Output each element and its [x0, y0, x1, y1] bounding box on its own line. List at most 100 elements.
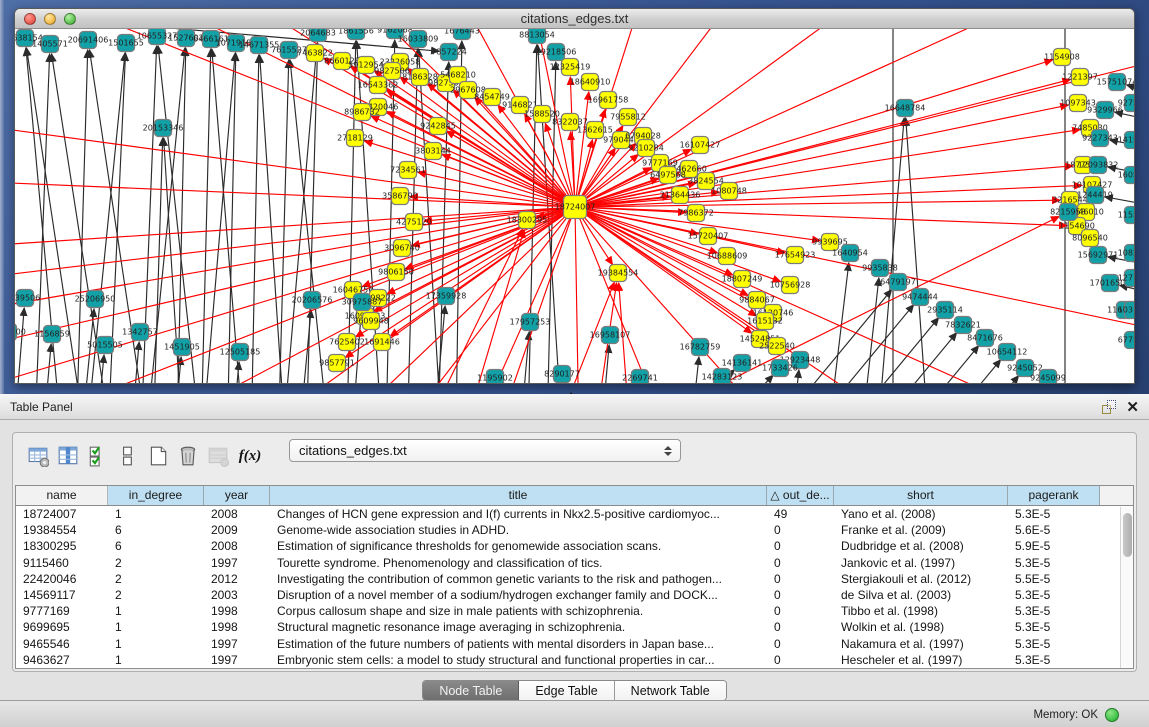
column-header-pagerank[interactable]: pagerank: [1008, 486, 1100, 505]
node-attribute-table[interactable]: namein_degreeyeartitle△ out_de...shortpa…: [15, 485, 1134, 669]
table-row[interactable]: 1938455462009Genome-wide association stu…: [16, 522, 1133, 538]
graph-node[interactable]: 20691406: [68, 32, 109, 49]
table-cell[interactable]: 0: [767, 571, 834, 587]
column-header-year[interactable]: year: [204, 486, 270, 505]
graph-node-selected[interactable]: 7986372: [678, 205, 714, 222]
table-cell[interactable]: 18300295: [16, 538, 108, 554]
table-body[interactable]: 1872400712008Changes of HCN gene express…: [16, 506, 1133, 668]
table-cell[interactable]: Tourette syndrome. Phenomenology and cla…: [270, 555, 767, 571]
graph-node[interactable]: 8290177: [544, 366, 580, 383]
table-cell[interactable]: 1: [108, 636, 204, 652]
graph-node-selected[interactable]: 3586790: [382, 188, 418, 205]
table-cell[interactable]: 2008: [204, 506, 270, 522]
table-row[interactable]: 1830029562008Estimation of significance …: [16, 538, 1133, 554]
graph-node-selected[interactable]: 16961758: [588, 92, 629, 109]
tab-edge-table[interactable]: Edge Table: [519, 681, 614, 700]
graph-node-selected[interactable]: 17654923: [775, 247, 816, 264]
graph-node[interactable]: 1342757: [122, 324, 158, 341]
graph-node[interactable]: 15692971: [1078, 247, 1119, 264]
table-row[interactable]: 969969511998Structural magnetic resonanc…: [16, 619, 1133, 635]
scrollbar-thumb[interactable]: [1123, 513, 1132, 557]
table-cell[interactable]: Tibbo et al. (1998): [834, 603, 1008, 619]
table-cell[interactable]: Estimation of significance thresholds fo…: [270, 538, 767, 554]
table-row[interactable]: 1456911722003Disruption of a novel membe…: [16, 587, 1133, 603]
table-cell[interactable]: 9465546: [16, 636, 108, 652]
table-cell[interactable]: 1: [108, 506, 204, 522]
table-cell[interactable]: 0: [767, 603, 834, 619]
graph-node[interactable]: 7832621: [945, 317, 981, 334]
table-header-row[interactable]: namein_degreeyeartitle△ out_de...shortpa…: [16, 486, 1133, 506]
table-cell[interactable]: Stergiakouli et al. (2012): [834, 571, 1008, 587]
table-cell[interactable]: Genome-wide association studies in ADHD.: [270, 522, 767, 538]
function-builder-icon[interactable]: f(x): [233, 442, 267, 470]
float-panel-icon[interactable]: [1102, 400, 1116, 414]
table-row[interactable]: 1872400712008Changes of HCN gene express…: [16, 506, 1133, 522]
table-cell[interactable]: Estimation of the future numbers of pati…: [270, 636, 767, 652]
table-cell[interactable]: 2: [108, 571, 204, 587]
column-visibility-icon[interactable]: [53, 442, 83, 470]
table-cell[interactable]: Dudbridge et al. (2008): [834, 538, 1008, 554]
table-cell[interactable]: 5.3E-5: [1008, 506, 1100, 522]
select-all-icon[interactable]: [83, 442, 113, 470]
table-cell[interactable]: 0: [767, 652, 834, 668]
table-row[interactable]: 977716911998Corpus callosum shape and si…: [16, 603, 1133, 619]
memory-ok-indicator-icon[interactable]: [1105, 708, 1119, 722]
table-cell[interactable]: 2: [108, 555, 204, 571]
graph-node-selected[interactable]: 9806150: [378, 264, 414, 281]
deselect-all-icon[interactable]: [113, 442, 143, 470]
column-header-title[interactable]: title: [270, 486, 767, 505]
table-cell[interactable]: 9777169: [16, 603, 108, 619]
zoom-window-icon[interactable]: [64, 13, 76, 25]
table-cell[interactable]: 22420046: [16, 571, 108, 587]
table-cell[interactable]: 1: [108, 603, 204, 619]
table-cell[interactable]: 0: [767, 555, 834, 571]
graph-node[interactable]: 141541: [1118, 132, 1134, 149]
table-settings-icon[interactable]: [23, 442, 53, 470]
vertical-scrollbar[interactable]: [1120, 507, 1133, 669]
table-cell[interactable]: Structural magnetic resonance image aver…: [270, 619, 767, 635]
table-cell[interactable]: Disruption of a novel member of a sodium…: [270, 587, 767, 603]
graph-node[interactable]: 10654112: [987, 344, 1028, 361]
table-cell[interactable]: 2012: [204, 571, 270, 587]
table-cell[interactable]: 5.9E-5: [1008, 538, 1100, 554]
table-cell[interactable]: 5.6E-5: [1008, 522, 1100, 538]
table-cell[interactable]: 6: [108, 522, 204, 538]
graph-node[interactable]: 9474444: [902, 289, 938, 306]
table-cell[interactable]: 9115460: [16, 555, 108, 571]
table-cell[interactable]: 6: [108, 538, 204, 554]
table-cell[interactable]: 5.3E-5: [1008, 652, 1100, 668]
graph-node-selected[interactable]: 16107427: [680, 137, 721, 154]
graph-node-selected[interactable]: 7955812: [610, 109, 646, 126]
graph-node-selected[interactable]: 9857791: [319, 355, 355, 372]
table-row[interactable]: 946554611997Estimation of the future num…: [16, 636, 1133, 652]
table-cell[interactable]: 9699695: [16, 619, 108, 635]
table-cell[interactable]: 5.3E-5: [1008, 555, 1100, 571]
table-cell[interactable]: Hescheler et al. (1997): [834, 652, 1008, 668]
close-window-icon[interactable]: [24, 13, 36, 25]
table-cell[interactable]: Changes of HCN gene expression and I(f) …: [270, 506, 767, 522]
network-table-selector[interactable]: citations_edges.txt: [289, 439, 681, 462]
graph-node[interactable]: 16782759: [680, 339, 721, 356]
graph-node[interactable]: 5015505: [87, 337, 123, 354]
column-header-in_degree[interactable]: in_degree: [108, 486, 204, 505]
graph-node[interactable]: 1676443: [444, 29, 480, 40]
table-cell[interactable]: Embryonic stem cells: a model to study s…: [270, 652, 767, 668]
graph-node[interactable]: 12505185: [220, 344, 261, 361]
network-window[interactable]: citations_edges.txt 18724007183002957463…: [14, 8, 1135, 384]
network-window-titlebar[interactable]: citations_edges.txt: [15, 9, 1134, 29]
table-cell[interactable]: Wolkin et al. (1998): [834, 619, 1008, 635]
table-cell[interactable]: 19384554: [16, 522, 108, 538]
table-row[interactable]: 946362711997Embryonic stem cells: a mode…: [16, 652, 1133, 668]
table-cell[interactable]: 5.3E-5: [1008, 619, 1100, 635]
table-cell[interactable]: 1: [108, 652, 204, 668]
table-cell[interactable]: Investigating the contribution of common…: [270, 571, 767, 587]
table-cell[interactable]: 2003: [204, 587, 270, 603]
table-cell[interactable]: 2008: [204, 538, 270, 554]
table-cell[interactable]: 5.3E-5: [1008, 587, 1100, 603]
graph-node[interactable]: 2269741: [622, 370, 658, 384]
column-header-short[interactable]: short: [834, 486, 1008, 505]
graph-node[interactable]: 2935114: [927, 302, 963, 319]
column-header-out_de[interactable]: △ out_de...: [767, 486, 834, 505]
table-cell[interactable]: Corpus callosum shape and size in male p…: [270, 603, 767, 619]
table-cell[interactable]: 0: [767, 619, 834, 635]
